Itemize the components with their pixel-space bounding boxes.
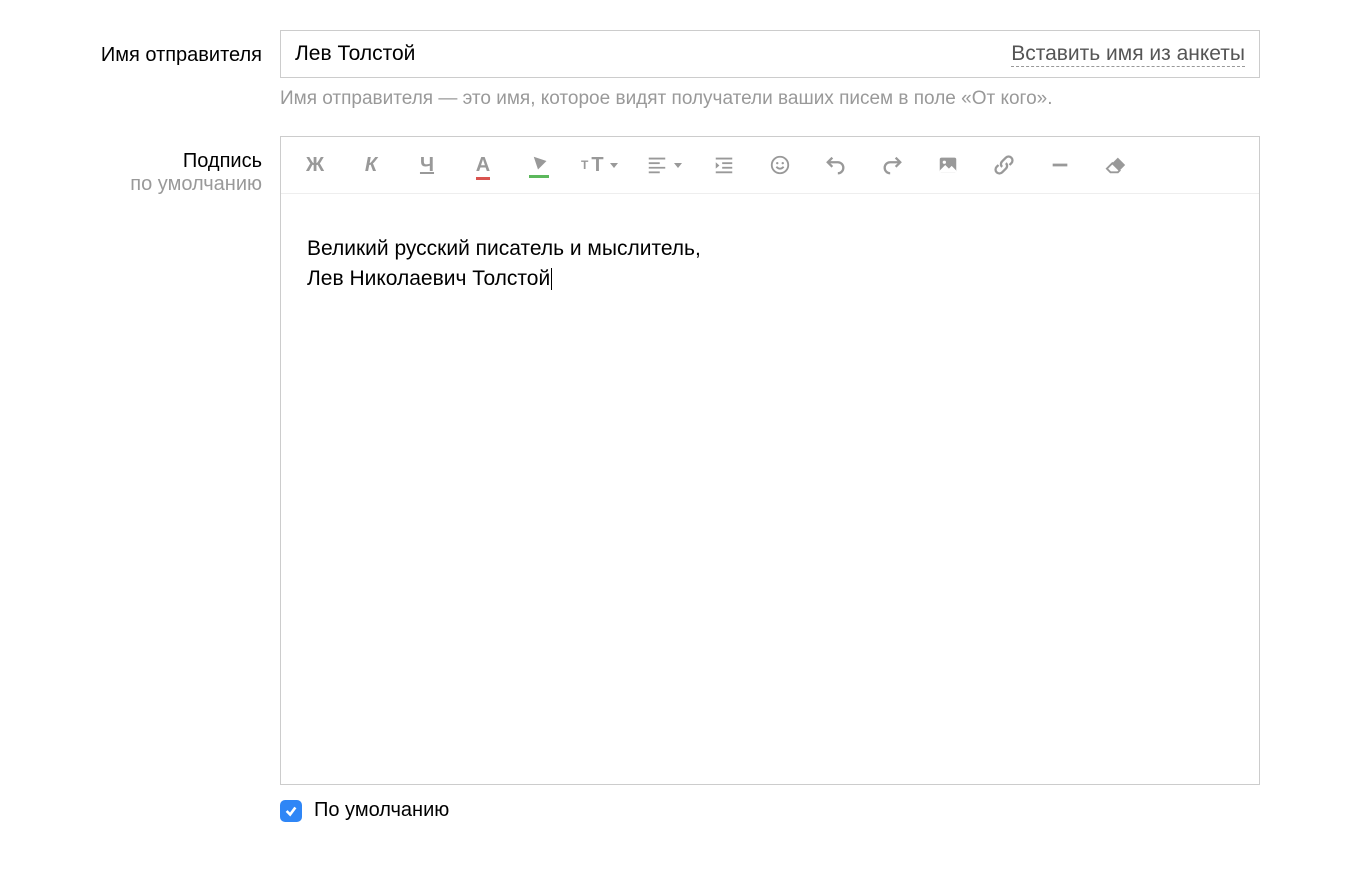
sender-name-input-wrap: Вставить имя из анкеты [280, 30, 1260, 78]
image-icon [937, 154, 959, 176]
signature-line1: Великий русский писатель и мыслитель, [307, 234, 1233, 264]
sender-name-field-col: Вставить имя из анкеты Имя отправителя —… [280, 30, 1260, 128]
font-size-big-icon: T [591, 154, 603, 177]
emoji-icon [769, 154, 791, 176]
outdent-button[interactable] [710, 151, 738, 179]
underline-button[interactable]: Ч [413, 151, 441, 179]
italic-button[interactable]: К [357, 151, 385, 179]
check-icon [284, 804, 298, 818]
insert-from-profile-link[interactable]: Вставить имя из анкеты [1011, 42, 1245, 67]
font-size-button[interactable]: T T [581, 151, 618, 179]
signature-row: Подпись по умолчанию Ж К Ч А [20, 136, 1330, 822]
minus-icon [1049, 154, 1071, 176]
clear-format-button[interactable] [1102, 151, 1130, 179]
sender-name-hint: Имя отправителя — это имя, которое видят… [280, 88, 1260, 110]
signature-label: Подпись по умолчанию [20, 136, 280, 196]
default-checkbox[interactable] [280, 800, 302, 822]
align-icon [646, 154, 668, 176]
sender-name-label: Имя отправителя [20, 30, 280, 67]
text-color-indicator [476, 177, 490, 180]
signature-textarea[interactable]: Великий русский писатель и мыслитель, Ле… [281, 194, 1259, 784]
default-checkbox-label: По умолчанию [314, 799, 449, 822]
editor-toolbar: Ж К Ч А [281, 137, 1259, 194]
signature-field-col: Ж К Ч А [280, 136, 1260, 822]
horizontal-rule-button[interactable] [1046, 151, 1074, 179]
emoji-button[interactable] [766, 151, 794, 179]
link-icon [993, 154, 1015, 176]
signature-editor: Ж К Ч А [280, 136, 1260, 785]
align-button[interactable] [646, 151, 682, 179]
font-size-small-icon: T [581, 158, 588, 172]
signature-line2: Лев Николаевич Толстой [307, 264, 1233, 294]
image-button[interactable] [934, 151, 962, 179]
eraser-icon [1105, 154, 1127, 176]
undo-button[interactable] [822, 151, 850, 179]
outdent-icon [713, 154, 735, 176]
sender-name-label-text: Имя отправителя [101, 44, 262, 66]
sender-name-row: Имя отправителя Вставить имя из анкеты И… [20, 30, 1330, 128]
sender-name-input[interactable] [295, 42, 1001, 66]
undo-icon [825, 154, 847, 176]
signature-label-line2: по умолчанию [130, 173, 262, 195]
redo-icon [881, 154, 903, 176]
default-checkbox-row: По умолчанию [280, 799, 1260, 822]
highlight-icon [529, 155, 549, 175]
signature-label-line1: Подпись [183, 150, 262, 172]
link-button[interactable] [990, 151, 1018, 179]
chevron-down-icon [610, 163, 618, 168]
redo-button[interactable] [878, 151, 906, 179]
bold-button[interactable]: Ж [301, 151, 329, 179]
chevron-down-icon [674, 163, 682, 168]
text-color-button[interactable]: А [469, 151, 497, 179]
highlight-color-button[interactable] [525, 151, 553, 179]
